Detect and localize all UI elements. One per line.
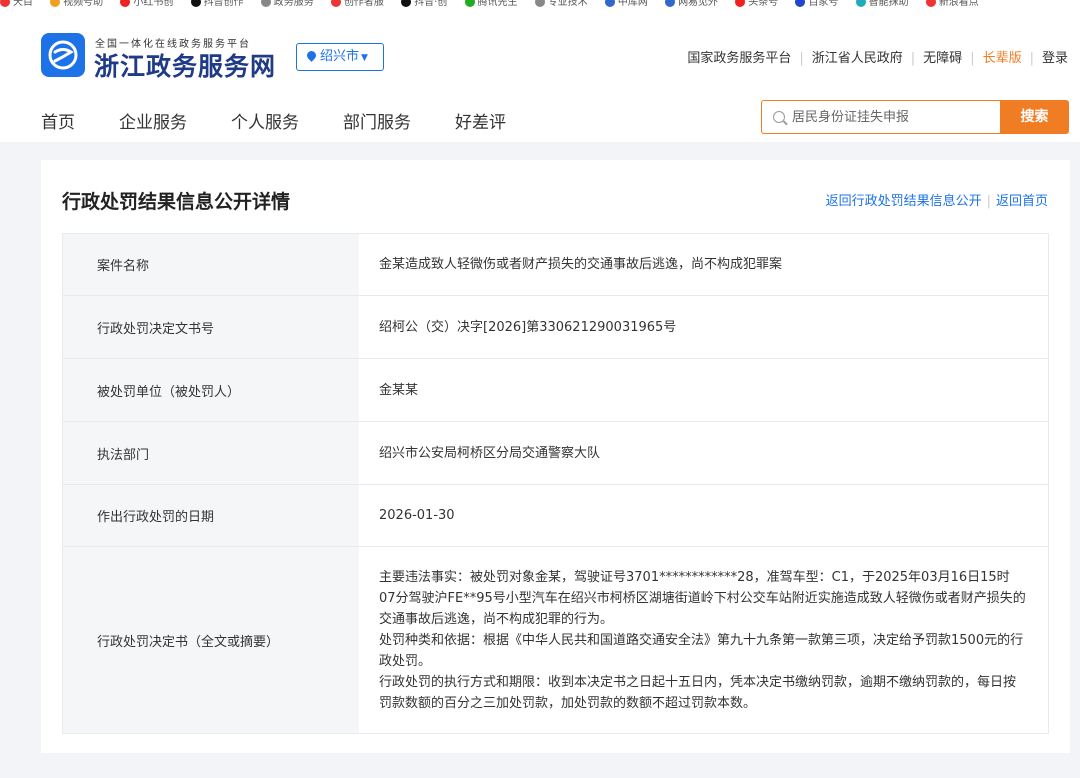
bookmark-icon	[330, 0, 341, 7]
bookmark-item[interactable]: 政务服务	[260, 0, 314, 9]
bookmark-icon	[795, 0, 806, 7]
search-box	[761, 100, 1001, 134]
table-row: 作出行政处罚的日期 2026-01-30	[63, 485, 1048, 547]
bookmark-item[interactable]: 专业技术	[534, 0, 588, 9]
table-row: 行政处罚决定书（全文或摘要） 主要违法事实：被处罚对象金某，驾驶证号3701**…	[63, 547, 1048, 733]
bookmark-icon	[464, 0, 475, 7]
search-button[interactable]: 搜索	[1000, 100, 1069, 134]
logo-mark-icon	[48, 40, 78, 70]
table-row: 案件名称 金某造成致人轻微伤或者财产损失的交通事故后逃逸，尚不构成犯罪案	[63, 234, 1048, 296]
bookmark-item[interactable]: 智能抹助	[855, 0, 909, 9]
field-value: 主要违法事实：被处罚对象金某，驾驶证号3701************28，准驾…	[359, 547, 1048, 733]
paragraph-penalty-basis: 处罚种类和依据：根据《中华人民共和国道路交通安全法》第九十九条第一款第三项，决定…	[379, 632, 1024, 669]
page-title: 行政处罚结果信息公开详情	[62, 191, 291, 213]
caret-down-icon: ▼	[361, 53, 368, 63]
top-links: 国家政务服务平台 | 浙江省人民政府 | 无障碍 | 长辈版 | 登录	[687, 47, 1068, 66]
bookmark-item[interactable]: 视频号助	[50, 0, 103, 9]
divider: |	[799, 51, 804, 66]
link-login[interactable]: 登录	[1042, 51, 1068, 66]
bookmark-icon	[401, 0, 412, 7]
bookmark-item[interactable]: 抖音创作	[190, 0, 244, 9]
bookmark-icon	[735, 0, 746, 7]
nav-personal-services[interactable]: 个人服务	[231, 108, 299, 133]
bookmark-item[interactable]: 小红书创	[120, 0, 173, 9]
nav-department-services[interactable]: 部门服务	[343, 108, 411, 133]
bookmark-icon	[925, 0, 936, 7]
field-label: 执法部门	[63, 422, 359, 484]
site-logo-icon[interactable]	[41, 33, 85, 77]
search-input[interactable]	[792, 101, 997, 133]
field-label: 作出行政处罚的日期	[63, 485, 359, 546]
bookmark-item[interactable]: 新浪看点	[925, 0, 979, 9]
link-provincial-government[interactable]: 浙江省人民政府	[812, 51, 903, 66]
bookmark-icon	[855, 0, 866, 7]
bookmark-icon	[50, 0, 61, 7]
divider: |	[1029, 51, 1034, 66]
link-elder-mode[interactable]: 长辈版	[983, 51, 1022, 66]
nav-enterprise-services[interactable]: 企业服务	[119, 108, 187, 133]
field-value: 金某造成致人轻微伤或者财产损失的交通事故后逃逸，尚不构成犯罪案	[379, 257, 783, 272]
bookmark-item[interactable]: 百家号	[795, 0, 838, 9]
bookmark-item[interactable]: 头条号	[735, 0, 778, 9]
city-selector[interactable]: 绍兴市 ▼	[296, 43, 384, 71]
field-label: 被处罚单位（被处罚人）	[63, 359, 359, 421]
field-value: 绍兴市公安局柯桥区分局交通警察大队	[379, 445, 601, 461]
bookmark-item[interactable]: 抖音·创	[401, 0, 447, 9]
logo-title[interactable]: 浙江政务服务网	[94, 47, 276, 83]
field-value: 2026-01-30	[379, 508, 455, 523]
bookmark-icon	[260, 0, 271, 7]
search-icon	[773, 111, 785, 123]
table-row: 行政处罚决定文书号 绍柯公（交）决字[2026]第330621290031965…	[63, 296, 1048, 359]
bookmark-item[interactable]: 中库网	[604, 0, 648, 9]
bookmark-icon	[0, 0, 10, 7]
bookmark-icon	[120, 0, 131, 7]
bookmark-icon	[190, 0, 201, 7]
divider: |	[970, 51, 975, 66]
decision-text: 主要违法事实：被处罚对象金某，驾驶证号3701************28，准驾…	[379, 567, 1026, 714]
field-value: 金某某	[379, 382, 419, 398]
bookmark-item[interactable]: 创作者服	[330, 0, 384, 9]
main-nav: 首页 企业服务 个人服务 部门服务 好差评	[41, 108, 550, 133]
detail-card: 行政处罚结果信息公开详情 返回行政处罚结果信息公开 | 返回首页 案件名称 金某造成…	[41, 160, 1070, 753]
link-accessibility[interactable]: 无障碍	[923, 51, 962, 66]
nav-ratings[interactable]: 好差评	[455, 108, 506, 133]
site-header: 全国一体化在线政务服务平台 浙江政务服务网 绍兴市 ▼ 国家政务服务平台 | 浙江省人…	[0, 12, 1080, 142]
bookmark-item[interactable]: 网易见外	[665, 0, 718, 9]
nav-home[interactable]: 首页	[41, 108, 75, 133]
table-row: 执法部门 绍兴市公安局柯桥区分局交通警察大队	[63, 422, 1048, 485]
bookmark-item[interactable]: 天目	[0, 0, 33, 9]
location-pin-icon	[305, 49, 318, 62]
link-national-platform[interactable]: 国家政务服务平台	[687, 51, 791, 66]
field-label: 行政处罚决定文书号	[63, 296, 359, 358]
bookmark-icon	[534, 0, 545, 7]
bookmark-icon	[604, 0, 615, 7]
return-links: 返回行政处罚结果信息公开 | 返回首页	[826, 190, 1048, 209]
divider: |	[910, 51, 916, 66]
detail-table: 案件名称 金某造成致人轻微伤或者财产损失的交通事故后逃逸，尚不构成犯罪案 行政处…	[62, 233, 1049, 734]
link-back-to-home[interactable]: 返回首页	[996, 194, 1048, 209]
paragraph-violation-facts: 主要违法事实：被处罚对象金某，驾驶证号3701************28，准驾…	[379, 569, 1026, 627]
link-back-to-list[interactable]: 返回行政处罚结果信息公开	[826, 194, 982, 209]
paragraph-execution-terms: 行政处罚的执行方式和期限：收到本决定书之日起十五日内，凭本决定书缴纳罚款，逾期不…	[379, 674, 1017, 711]
divider: |	[986, 194, 991, 209]
table-row: 被处罚单位（被处罚人） 金某某	[63, 359, 1048, 422]
field-label: 行政处罚决定书（全文或摘要）	[63, 547, 359, 733]
bookmarks-bar: 天目 视频号助 小红书创 抖音创作 政务服务 创作者服 抖音·创 腾讯先生 专业…	[0, 0, 1080, 12]
field-value: 绍柯公（交）决字[2026]第330621290031965号	[379, 319, 677, 335]
field-label: 案件名称	[63, 234, 359, 295]
city-label: 绍兴市	[320, 49, 360, 64]
bookmark-item[interactable]: 腾讯先生	[464, 0, 518, 9]
bookmark-icon	[665, 0, 676, 7]
